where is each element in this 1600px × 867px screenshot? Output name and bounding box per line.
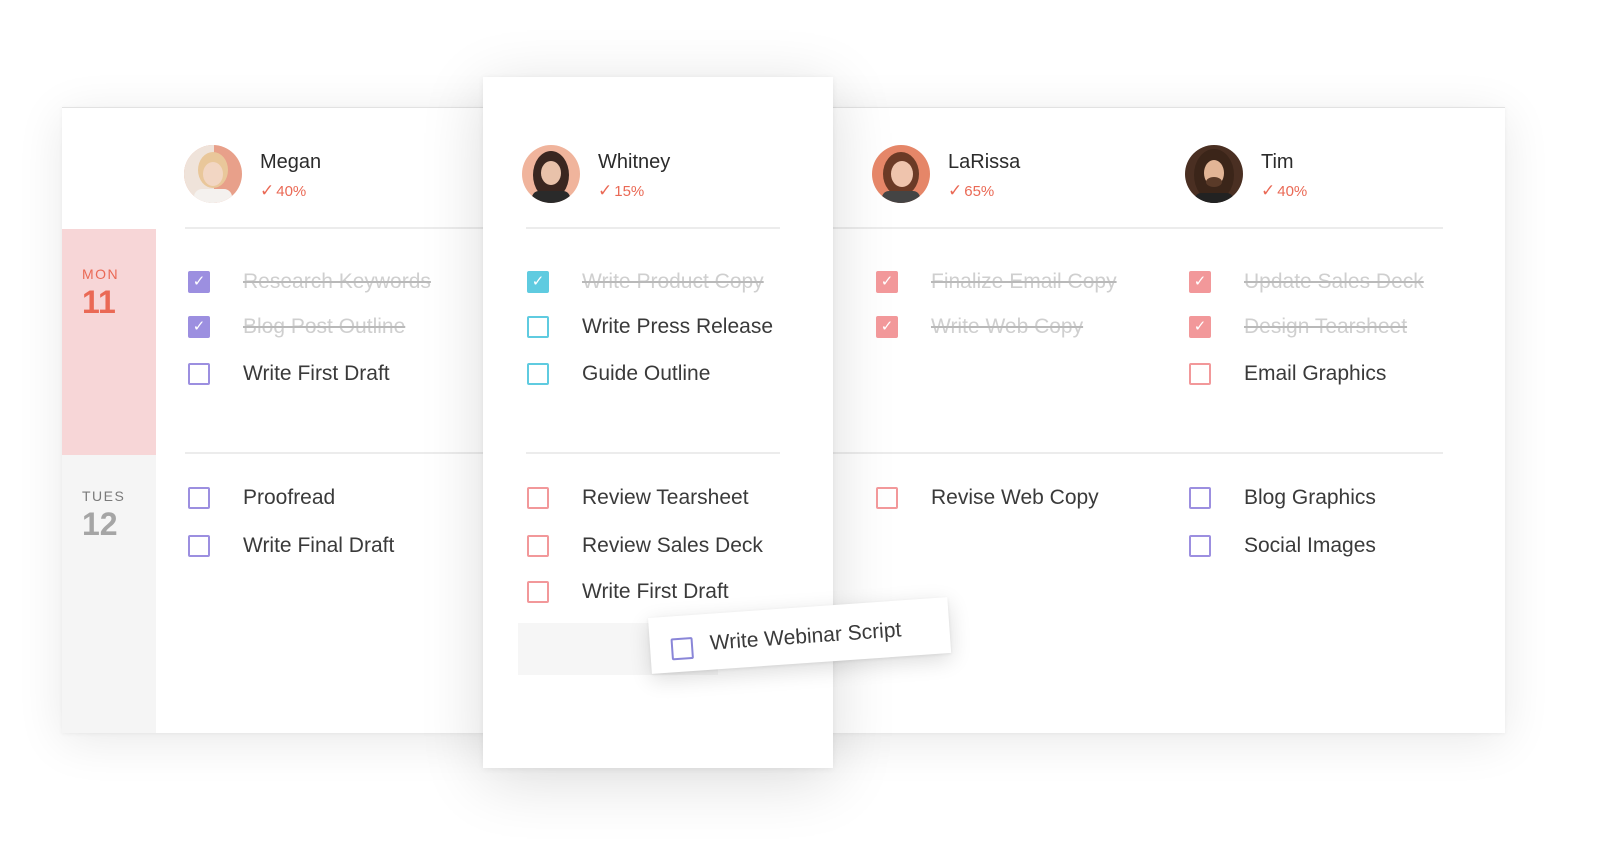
person-name: Megan [260,151,322,173]
completion-percent: ✓ 40% [260,181,307,200]
task-label: Write First Draft [243,362,390,385]
task-checkbox[interactable]: ✓ [188,271,210,293]
person-whitney: Whitney ✓ 15% [522,145,782,207]
task-checkbox[interactable]: ✓ [876,271,898,293]
task-checkbox[interactable] [527,363,549,385]
day-monday: MON 11 [62,229,156,455]
avatar [872,145,930,203]
row-divider [526,227,780,229]
task-checkbox[interactable]: ✓ [1189,271,1211,293]
task-item[interactable]: ✓ Update Sales Deck [1189,268,1489,298]
task-item[interactable]: Write First Draft [188,360,488,390]
row-divider [833,452,1443,454]
check-icon: ✓ [1261,181,1276,200]
completion-percent: ✓ 40% [1261,181,1308,200]
task-item[interactable]: ✓ Write Product Copy [527,268,827,298]
task-label: Proofread [243,486,336,509]
task-item[interactable]: Review Tearsheet [527,484,827,514]
task-item[interactable]: Email Graphics [1189,360,1489,390]
person-larissa: LaRissa ✓ 65% [872,145,1132,207]
task-checkbox[interactable] [527,535,549,557]
task-checkbox[interactable] [527,581,549,603]
person-name: Tim [1261,151,1294,173]
task-label: Finalize Email Copy [931,270,1117,293]
task-label: Guide Outline [582,362,711,385]
task-item[interactable]: ✓ Finalize Email Copy [876,268,1176,298]
task-label: Social Images [1244,534,1376,557]
task-item[interactable]: ✓ Write Web Copy [876,313,1176,343]
task-item[interactable]: Revise Web Copy [876,484,1176,514]
task-label: Review Tearsheet [582,486,749,509]
task-label: Write Webinar Script [709,618,903,655]
row-divider [526,452,780,454]
task-item[interactable]: Write First Draft [527,578,827,608]
task-item[interactable]: Review Sales Deck [527,532,827,562]
person-name: Whitney [598,151,671,173]
person-name: LaRissa [948,151,1021,173]
task-checkbox[interactable] [670,636,694,661]
task-label: Write Product Copy [582,270,764,293]
task-item[interactable]: Guide Outline [527,360,827,390]
task-item[interactable]: ✓ Blog Post Outline [188,313,488,343]
avatar [1185,145,1243,203]
day-name: TUES [82,488,126,504]
task-checkbox[interactable] [527,487,549,509]
row-divider [185,452,483,454]
task-label: Update Sales Deck [1244,270,1424,293]
task-item[interactable]: ✓ Design Tearsheet [1189,313,1489,343]
task-item[interactable]: ✓ Research Keywords [188,268,488,298]
avatar [522,145,580,203]
check-icon: ✓ [260,181,275,200]
task-checkbox[interactable] [1189,487,1211,509]
completion-percent: ✓ 15% [598,181,645,200]
task-label: Research Keywords [243,270,431,293]
task-checkbox[interactable] [188,487,210,509]
task-checkbox[interactable] [876,487,898,509]
task-label: Write First Draft [582,580,729,603]
row-divider [833,227,1443,229]
task-label: Design Tearsheet [1244,315,1408,338]
task-label: Write Final Draft [243,534,395,557]
day-name: MON [82,266,120,282]
task-checkbox[interactable]: ✓ [876,316,898,338]
check-icon: ✓ [598,181,613,200]
task-label: Review Sales Deck [582,534,763,557]
day-number: 11 [82,284,116,320]
task-checkbox[interactable]: ✓ [188,316,210,338]
task-label: Email Graphics [1244,362,1387,385]
task-label: Write Web Copy [931,315,1084,338]
task-item[interactable]: Social Images [1189,532,1489,562]
avatar [184,145,242,203]
task-checkbox[interactable] [1189,363,1211,385]
task-label: Write Press Release [582,315,774,338]
person-megan: Megan ✓ 40% [184,145,444,207]
task-label: Revise Web Copy [931,486,1099,509]
task-item[interactable]: Blog Graphics [1189,484,1489,514]
task-checkbox[interactable] [1189,535,1211,557]
task-checkbox[interactable] [188,363,210,385]
completion-percent: ✓ 65% [948,181,995,200]
person-tim: Tim ✓ 40% [1185,145,1425,207]
task-label: Blog Graphics [1244,486,1376,509]
task-checkbox[interactable] [188,535,210,557]
check-icon: ✓ [948,181,963,200]
task-checkbox[interactable]: ✓ [527,271,549,293]
day-number: 12 [82,506,118,542]
task-item[interactable]: Write Final Draft [188,532,488,562]
day-tuesday: TUES 12 [62,455,156,733]
task-item[interactable]: Write Press Release [527,313,827,343]
row-divider [185,227,483,229]
task-label: Blog Post Outline [243,315,406,338]
task-item[interactable]: Proofread [188,484,488,514]
task-checkbox[interactable]: ✓ [1189,316,1211,338]
task-checkbox[interactable] [527,316,549,338]
